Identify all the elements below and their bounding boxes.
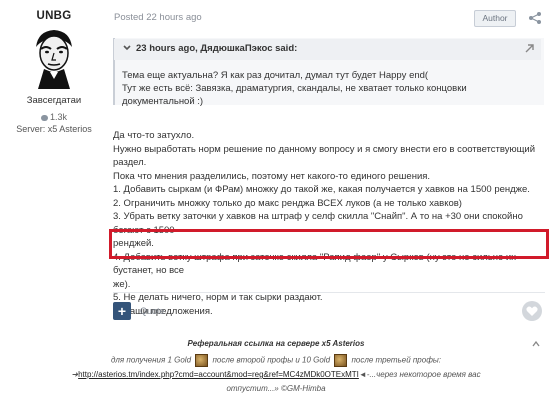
signature: Реферальная ссылка на сервере x5 Asterio… xyxy=(0,334,552,400)
quote-attribution: 23 hours ago, ДядюшкаПэкос said: xyxy=(136,43,298,54)
author-badge: Author xyxy=(474,10,516,27)
reaction-button[interactable] xyxy=(522,301,542,321)
post-divider xyxy=(113,292,545,293)
speech-bubble-icon xyxy=(40,114,48,121)
heart-icon xyxy=(526,306,538,316)
share-icon[interactable] xyxy=(528,11,542,25)
author-name[interactable]: UNBG xyxy=(0,10,108,22)
author-reputation: 1.3k xyxy=(0,112,108,122)
signature-quote-start: ◄-...через некоторое время вас xyxy=(358,370,481,379)
post-content: Да что-то затухло. Нужно выработать норм… xyxy=(113,129,545,318)
reward-text-3: после третьей профы: xyxy=(351,355,441,365)
quote-line: Тут же есть всё: Завязка, драматургия, с… xyxy=(122,83,467,107)
reward-text-2: после второй профы и 10 Gold xyxy=(212,355,331,365)
signature-title: Реферальная ссылка на сервере x5 Asterio… xyxy=(0,339,552,348)
gold-coin-icon xyxy=(195,354,209,367)
quote-text: Тема еще актуальна? Я как раз дочитал, д… xyxy=(122,69,537,108)
content-line: Пока что мнения разделились, поэтому нет… xyxy=(113,170,431,182)
quote-button[interactable]: Quote xyxy=(140,306,165,316)
gold-coin-icon xyxy=(334,354,348,367)
signature-reward-line: для получения 1 Gold после второй профы … xyxy=(0,354,552,367)
content-line: Да что-то затухло. xyxy=(113,130,195,141)
reputation-value: 1.3k xyxy=(49,112,67,122)
content-line: 1. Добавить сыркам (и ФРам) множку до та… xyxy=(113,184,530,195)
quote-expand-icon[interactable] xyxy=(122,43,132,53)
highlight-box xyxy=(109,229,549,259)
referral-link[interactable]: http://asterios.tm/index.php?cmd=account… xyxy=(78,370,359,379)
content-line: раздел. xyxy=(113,157,147,168)
reward-text-1: для получения 1 Gold xyxy=(111,355,192,365)
author-panel: UNBG Завсегдатаи 1.3k Server: x5 Asterio… xyxy=(0,0,108,340)
quote-header: 23 hours ago, ДядюшкаПэкос said: xyxy=(114,39,541,60)
quote-line: Тема еще актуальна? Я как раз дочитал, д… xyxy=(122,70,429,81)
signature-title-text: Реферальная ссылка на сервере x5 Asterio… xyxy=(187,339,365,348)
content-line: 5. Не делать ничего, норм и так сырки ра… xyxy=(113,292,323,303)
author-avatar[interactable] xyxy=(26,27,82,89)
multiquote-button[interactable]: + xyxy=(113,302,131,320)
signature-link-line: ➜http://asterios.tm/index.php?cmd=accoun… xyxy=(0,370,552,379)
quote-link-icon[interactable] xyxy=(524,43,535,54)
content-line: 2. Ограничить множку только до макс ренд… xyxy=(113,197,462,209)
content-line: 6. Ваши предложения. xyxy=(113,305,213,317)
content-line: Нужно выработать норм решение по данному… xyxy=(113,143,536,155)
author-server: Server: x5 Asterios xyxy=(16,124,92,134)
author-rank: Завсегдатаи xyxy=(26,95,82,106)
signature-quote-end: отпустит...» ©GM-Himba xyxy=(226,384,326,393)
post-timestamp[interactable]: Posted 22 hours ago xyxy=(114,12,202,23)
content-line: же). xyxy=(113,278,131,290)
chevron-up-icon[interactable] xyxy=(532,341,540,347)
